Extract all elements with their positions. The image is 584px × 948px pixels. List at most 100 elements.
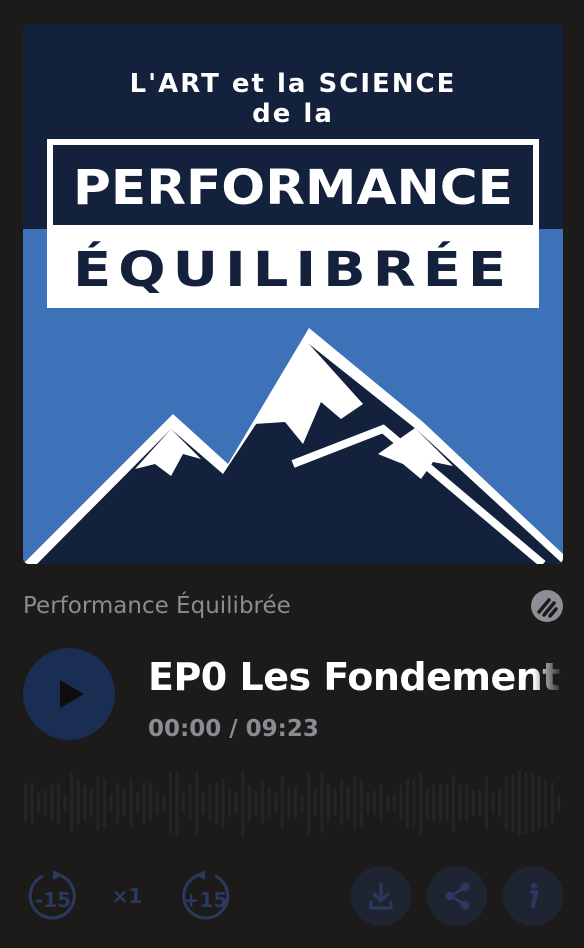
episode-title-text: EP0 Les Fondements — [148, 655, 563, 699]
waveform-bar — [221, 778, 225, 828]
waveform-bar — [122, 789, 126, 817]
waveform-bar — [550, 781, 554, 825]
waveform-bar — [300, 793, 304, 812]
waveform-bar — [333, 789, 337, 817]
waveform-bar — [399, 785, 403, 821]
cover-art: L'ART et la SCIENCE de la PERFORMANCE ÉQ… — [23, 24, 563, 564]
waveform-bar — [182, 792, 185, 814]
cover-line3: PERFORMANCE — [73, 160, 513, 216]
info-icon — [530, 883, 539, 908]
waveform-bar — [208, 785, 212, 821]
cover-line1: L'ART et la SCIENCE — [130, 69, 457, 99]
waveform-bar — [37, 793, 41, 813]
time-separator: / — [221, 716, 246, 742]
waveform-bar — [504, 776, 508, 830]
waveform-bar — [215, 781, 218, 825]
waveform-bar — [24, 783, 27, 823]
speed-label: ×1 — [111, 884, 143, 908]
waveform-bar — [294, 786, 297, 820]
waveform-bar — [524, 771, 528, 835]
waveform-bar — [478, 789, 482, 817]
waveform-bar — [30, 781, 34, 825]
duration: 09:23 — [245, 716, 319, 742]
waveform-bar — [76, 780, 80, 826]
waveform-bar — [136, 791, 139, 815]
waveform-bar — [43, 789, 47, 817]
episode-title: EP0 Les Fondements — [148, 655, 563, 703]
waveform-bar — [485, 776, 488, 830]
share-button[interactable] — [427, 866, 487, 926]
waveform-bar — [168, 771, 172, 835]
waveform-bar — [247, 784, 251, 822]
waveform-bar — [346, 785, 350, 821]
waveform-bar — [373, 790, 376, 816]
time-display: 00:00 / 09:23 — [148, 716, 319, 742]
cover-line4: ÉQUILIBRÉE — [73, 241, 513, 298]
waveform-bar — [353, 776, 357, 830]
waveform-bar — [537, 776, 541, 830]
waveform-bar — [326, 783, 330, 823]
info-button[interactable] — [503, 866, 563, 926]
waveform-bar — [228, 788, 232, 818]
waveform-bar — [386, 793, 390, 813]
waveform-bar — [50, 784, 54, 822]
current-time: 00:00 — [148, 716, 222, 742]
show-title: Performance Équilibrée — [23, 593, 291, 619]
waveform-bar — [307, 771, 311, 835]
waveform-bar — [320, 773, 324, 833]
waveform-bar — [544, 779, 548, 827]
ausha-logo-icon[interactable] — [531, 590, 563, 622]
download-icon — [369, 882, 393, 910]
waveform-bar — [109, 794, 113, 812]
waveform-bar — [103, 778, 106, 828]
waveform-bar — [201, 791, 205, 815]
waveform-bar — [234, 791, 238, 815]
waveform-graphic — [24, 770, 561, 836]
waveform-bar — [406, 778, 409, 828]
waveform-bar — [56, 782, 60, 824]
waveform-bar — [425, 787, 429, 819]
waveform-bar — [116, 783, 120, 823]
speed-button[interactable]: ×1 — [97, 866, 157, 926]
waveform-bar — [419, 771, 423, 835]
waveform-bar — [195, 771, 199, 835]
rewind-15-button[interactable]: -15 — [23, 866, 83, 926]
waveform-bar — [129, 778, 133, 828]
waveform-bar — [498, 789, 502, 818]
waveform-bar — [452, 774, 455, 832]
waveform-bar — [392, 794, 396, 812]
forward-15-button[interactable]: +15 — [175, 866, 235, 926]
waveform-bar — [83, 785, 87, 821]
waveform-bar — [261, 781, 265, 825]
waveform-bar — [531, 773, 535, 833]
cover-art-graphic: L'ART et la SCIENCE de la PERFORMANCE ÉQ… — [23, 24, 563, 564]
waveform-bar — [471, 789, 475, 817]
waveform-bar — [63, 794, 67, 813]
waveform-bar — [89, 788, 93, 818]
forward-label: +15 — [182, 888, 228, 912]
waveform-bar — [313, 789, 317, 817]
waveform-bar — [175, 770, 179, 836]
player-controls: -15 ×1 +15 — [23, 866, 563, 926]
episode-title-fade — [533, 655, 563, 703]
waveform-bar — [412, 779, 416, 827]
waveform-bar — [359, 779, 363, 827]
rewind-label: -15 — [34, 888, 72, 912]
waveform-bar — [280, 775, 284, 831]
play-button[interactable] — [23, 648, 115, 740]
waveform-bar — [491, 792, 495, 814]
waveform-bar — [438, 783, 442, 823]
waveform-bar — [517, 770, 521, 836]
share-icon — [445, 882, 470, 910]
play-icon — [60, 680, 84, 708]
cover-line2: de la — [252, 99, 334, 129]
waveform-bar — [274, 792, 278, 814]
waveform-bar — [70, 773, 74, 833]
waveform-bar — [465, 784, 469, 822]
waveform-bar — [188, 784, 192, 822]
waveform-seek-bar[interactable] — [23, 768, 563, 838]
waveform-bar — [267, 787, 271, 819]
waveform-bar — [366, 792, 370, 814]
download-button[interactable] — [351, 866, 411, 926]
waveform-bar — [340, 780, 344, 826]
